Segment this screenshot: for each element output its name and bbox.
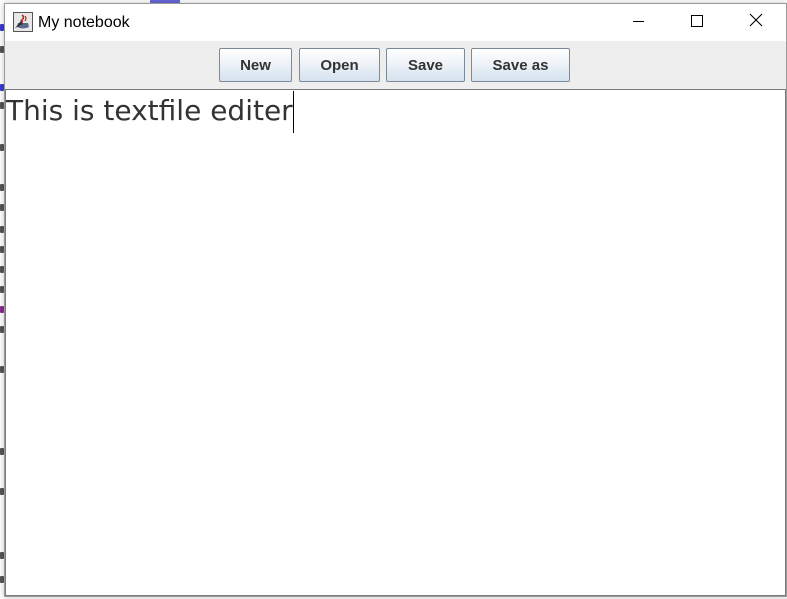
toolbar: New Open Save Save as bbox=[5, 41, 786, 89]
text-editor-area[interactable]: This is textfile editer bbox=[5, 89, 786, 596]
open-button[interactable]: Open bbox=[299, 48, 380, 82]
window-title: My notebook bbox=[38, 14, 130, 31]
notebook-window: My notebook New Open Save Save as This i… bbox=[4, 3, 787, 597]
new-button[interactable]: New bbox=[219, 48, 292, 82]
save-as-button[interactable]: Save as bbox=[471, 48, 570, 82]
save-button[interactable]: Save bbox=[386, 48, 465, 82]
maximize-icon bbox=[691, 14, 703, 32]
editor-content[interactable]: This is textfile editer bbox=[6, 91, 294, 133]
close-button[interactable] bbox=[727, 4, 785, 41]
maximize-button[interactable] bbox=[668, 4, 726, 41]
close-icon bbox=[749, 13, 763, 32]
text-caret bbox=[292, 91, 294, 133]
editor-text: This is textfile editer bbox=[6, 94, 293, 127]
java-coffee-cup-icon bbox=[13, 12, 33, 32]
minimize-icon bbox=[633, 14, 645, 32]
minimize-button[interactable] bbox=[610, 4, 668, 41]
title-bar[interactable]: My notebook bbox=[5, 4, 786, 41]
